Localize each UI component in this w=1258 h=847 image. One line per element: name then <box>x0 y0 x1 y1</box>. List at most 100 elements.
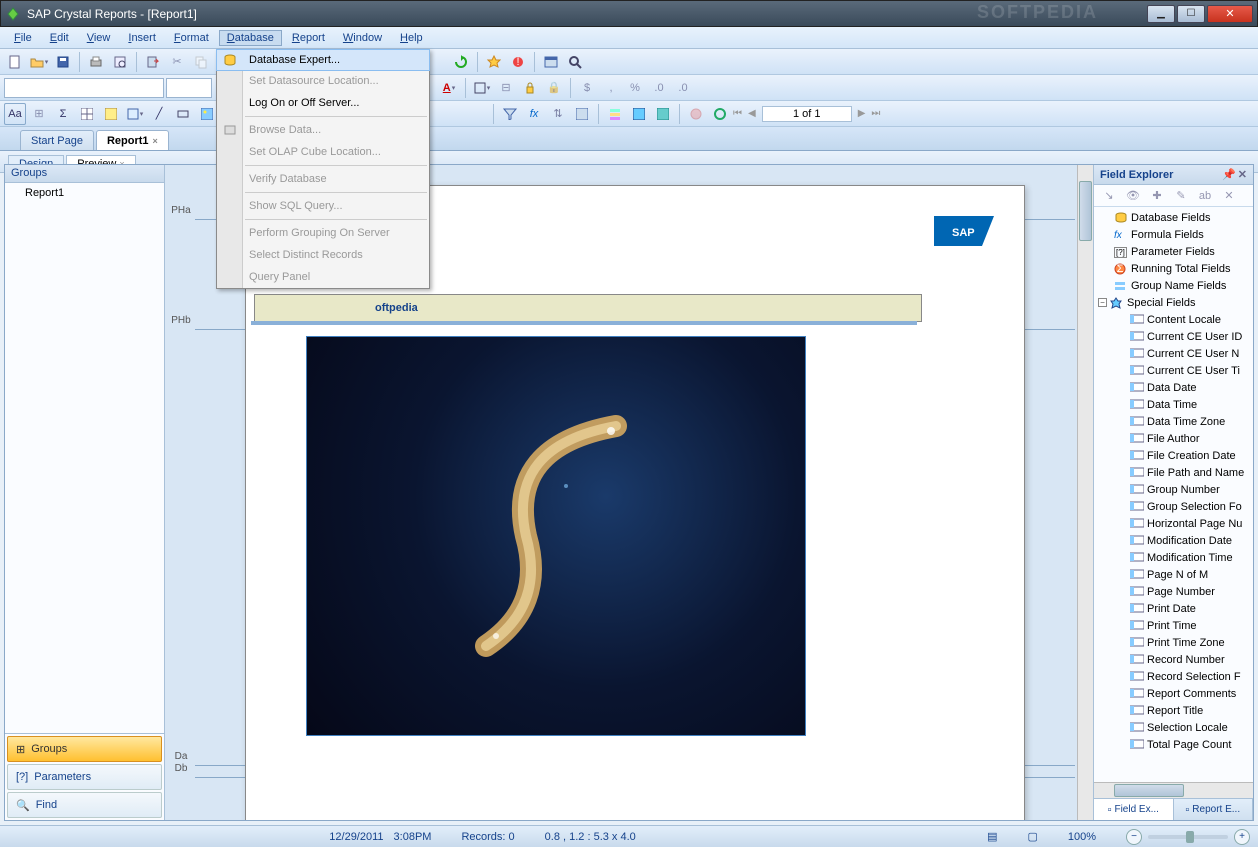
stop-button[interactable] <box>685 103 707 125</box>
menu-database[interactable]: Database <box>219 30 282 46</box>
save-button[interactable] <box>52 51 74 73</box>
font-size-combo[interactable] <box>166 78 212 98</box>
groups-tree[interactable]: Report1 <box>5 183 164 733</box>
special-field-modification-time[interactable]: Modification Time <box>1096 549 1251 566</box>
explorer-tab-reporte[interactable]: ▫Report E... <box>1174 799 1254 820</box>
prev-page-button[interactable]: ◀ <box>748 108 756 119</box>
section-db[interactable]: Db <box>167 763 195 779</box>
refresh-data-button[interactable] <box>709 103 731 125</box>
report-image-field[interactable] <box>306 336 806 736</box>
special-field-report-title[interactable]: Report Title <box>1096 702 1251 719</box>
field-category-formula-fields[interactable]: fxFormula Fields <box>1096 226 1251 243</box>
new-button[interactable] <box>4 51 26 73</box>
special-field-record-selection-f[interactable]: Record Selection F <box>1096 668 1251 685</box>
special-field-content-locale[interactable]: Content Locale <box>1096 311 1251 328</box>
highlight-expert-button[interactable] <box>628 103 650 125</box>
special-field-data-time-zone[interactable]: Data Time Zone <box>1096 413 1251 430</box>
special-field-print-date[interactable]: Print Date <box>1096 600 1251 617</box>
fe-insert-button[interactable]: ↘ <box>1098 185 1120 207</box>
font-name-combo[interactable] <box>4 78 164 98</box>
olap-grid-button[interactable] <box>100 103 122 125</box>
thousands-button[interactable]: , <box>600 77 622 99</box>
print-preview-button[interactable] <box>109 51 131 73</box>
close-button[interactable] <box>1207 5 1253 23</box>
special-field-print-time[interactable]: Print Time <box>1096 617 1251 634</box>
border-button[interactable] <box>471 77 493 99</box>
percent-button[interactable]: % <box>624 77 646 99</box>
subreport-button[interactable] <box>124 103 146 125</box>
doc-tab-start-page[interactable]: Start Page <box>20 130 94 150</box>
section-expert-button[interactable] <box>604 103 626 125</box>
field-category-group-name-fields[interactable]: Group Name Fields <box>1096 277 1251 294</box>
font-color-button[interactable]: A <box>438 77 460 99</box>
zoom-slider[interactable] <box>1148 835 1228 839</box>
fe-browse-button[interactable]: 👁 <box>1122 185 1144 207</box>
special-field-total-page-count[interactable]: Total Page Count <box>1096 736 1251 753</box>
field-category-special-fields[interactable]: −Special Fields <box>1096 294 1251 311</box>
menu-help[interactable]: Help <box>392 30 431 46</box>
menu-item-log-on-or-off-server[interactable]: Log On or Off Server... <box>217 92 429 114</box>
menu-item-database-expert[interactable]: Database Expert... <box>216 49 430 71</box>
zoom-in-button[interactable]: + <box>1234 829 1250 845</box>
fe-rename-button[interactable]: ab <box>1194 185 1216 207</box>
box-button[interactable] <box>172 103 194 125</box>
export-button[interactable] <box>142 51 164 73</box>
decrease-decimal-button[interactable]: .0 <box>672 77 694 99</box>
find-button[interactable] <box>564 51 586 73</box>
fe-new-button[interactable]: ✚ <box>1146 185 1168 207</box>
special-field-current-ce-user-ti[interactable]: Current CE User Ti <box>1096 362 1251 379</box>
page-indicator[interactable]: 1 of 1 <box>762 106 852 122</box>
special-field-file-author[interactable]: File Author <box>1096 430 1251 447</box>
special-field-horizontal-page-nu[interactable]: Horizontal Page Nu <box>1096 515 1251 532</box>
next-page-button[interactable]: ▶ <box>858 108 866 119</box>
print-button[interactable] <box>85 51 107 73</box>
zoom-out-button[interactable]: − <box>1126 829 1142 845</box>
explorer-tab-fieldex[interactable]: ▫Field Ex... <box>1094 799 1174 820</box>
nav-find[interactable]: 🔍Find <box>7 792 162 818</box>
sort-button[interactable]: ⇅ <box>547 103 569 125</box>
check-button[interactable]: ! <box>507 51 529 73</box>
page-icon[interactable]: ▢ <box>1027 830 1037 843</box>
doc-tab-report1[interactable]: Report1× <box>96 130 169 150</box>
layout-icon[interactable]: ▤ <box>987 830 997 843</box>
cut-button[interactable]: ✂ <box>166 51 188 73</box>
collapse-icon[interactable]: − <box>1098 298 1107 307</box>
special-field-page-n-of-m[interactable]: Page N of M <box>1096 566 1251 583</box>
currency-button[interactable]: $ <box>576 77 598 99</box>
increase-decimal-button[interactable]: .0 <box>648 77 670 99</box>
special-field-data-date[interactable]: Data Date <box>1096 379 1251 396</box>
field-category-database-fields[interactable]: Database Fields <box>1096 209 1251 226</box>
refresh-button[interactable] <box>450 51 472 73</box>
special-field-current-ce-user-n[interactable]: Current CE User N <box>1096 345 1251 362</box>
special-field-modification-date[interactable]: Modification Date <box>1096 532 1251 549</box>
crosstab-button[interactable] <box>76 103 98 125</box>
menu-window[interactable]: Window <box>335 30 390 46</box>
fe-horizontal-scrollbar[interactable] <box>1094 782 1253 798</box>
last-page-button[interactable]: ⏭ <box>871 108 880 119</box>
summary-button[interactable]: Σ <box>52 103 74 125</box>
special-field-data-time[interactable]: Data Time <box>1096 396 1251 413</box>
special-field-print-time-zone[interactable]: Print Time Zone <box>1096 634 1251 651</box>
menu-report[interactable]: Report <box>284 30 333 46</box>
lock-size-button[interactable]: 🔒 <box>543 77 565 99</box>
menu-insert[interactable]: Insert <box>120 30 164 46</box>
special-field-page-number[interactable]: Page Number <box>1096 583 1251 600</box>
special-field-report-comments[interactable]: Report Comments <box>1096 685 1251 702</box>
minimize-button[interactable] <box>1147 5 1175 23</box>
maximize-button[interactable] <box>1177 5 1205 23</box>
favorites-button[interactable] <box>483 51 505 73</box>
fe-delete-button[interactable]: ✕ <box>1218 185 1240 207</box>
picture-button[interactable] <box>196 103 218 125</box>
group-tree-root[interactable]: Report1 <box>11 187 158 199</box>
special-field-file-path-and-name[interactable]: File Path and Name <box>1096 464 1251 481</box>
special-field-file-creation-date[interactable]: File Creation Date <box>1096 447 1251 464</box>
open-button[interactable] <box>28 51 50 73</box>
olap-expert-button[interactable] <box>652 103 674 125</box>
menu-view[interactable]: View <box>79 30 119 46</box>
group-button[interactable]: ⊞ <box>28 103 50 125</box>
special-field-record-number[interactable]: Record Number <box>1096 651 1251 668</box>
window-button[interactable] <box>540 51 562 73</box>
formula-workshop-button[interactable]: fx <box>523 103 545 125</box>
first-page-button[interactable]: ⏮ <box>733 108 742 119</box>
lock-format-button[interactable] <box>519 77 541 99</box>
